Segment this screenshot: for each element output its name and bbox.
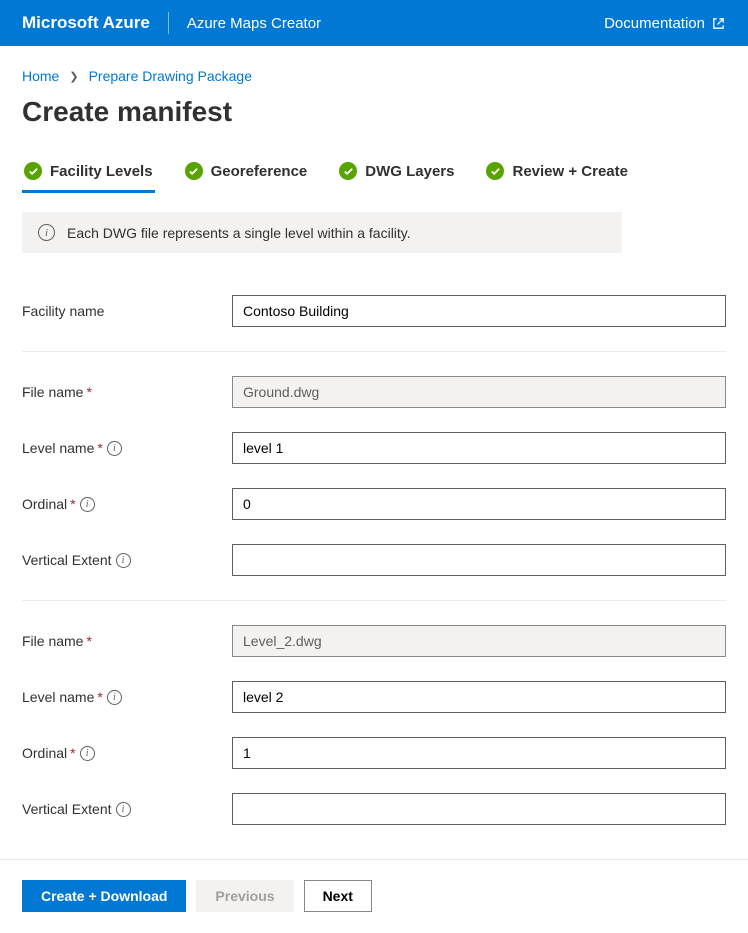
tab-label: Facility Levels [50, 163, 153, 180]
tab-review-create[interactable]: Review + Create [484, 156, 629, 193]
label-vertical-extent: Vertical Extenti [22, 801, 232, 817]
info-icon[interactable]: i [80, 497, 95, 512]
check-icon [486, 162, 504, 180]
footer-actions: Create + Download Previous Next [0, 859, 748, 932]
tab-facility-levels[interactable]: Facility Levels [22, 156, 155, 193]
product-name: Azure Maps Creator [187, 15, 604, 32]
check-icon [185, 162, 203, 180]
row-ordinal: Ordinal*i [22, 725, 726, 781]
tab-dwg-layers[interactable]: DWG Layers [337, 156, 456, 193]
label-vertical-extent: Vertical Extenti [22, 552, 232, 568]
label-ordinal: Ordinal*i [22, 496, 232, 512]
main-content: Home ❯ Prepare Drawing Package Create ma… [0, 46, 748, 837]
previous-button: Previous [196, 880, 293, 912]
row-vertical-extent: Vertical Extenti [22, 532, 726, 588]
row-facility-name: Facility name [22, 283, 726, 339]
check-icon [339, 162, 357, 180]
tab-label: DWG Layers [365, 163, 454, 180]
tabs: Facility Levels Georeference DWG Layers … [22, 156, 726, 194]
vertical-extent-input[interactable] [232, 544, 726, 576]
info-icon[interactable]: i [116, 802, 131, 817]
breadcrumb-home[interactable]: Home [22, 68, 59, 84]
row-ordinal: Ordinal*i [22, 476, 726, 532]
file-name-input [232, 376, 726, 408]
vertical-extent-input[interactable] [232, 793, 726, 825]
next-button[interactable]: Next [304, 880, 372, 912]
file-name-input [232, 625, 726, 657]
breadcrumb: Home ❯ Prepare Drawing Package [22, 68, 726, 84]
label-file-name: File name* [22, 633, 232, 649]
row-level-name: Level name*i [22, 420, 726, 476]
info-icon[interactable]: i [107, 441, 122, 456]
label-facility-name: Facility name [22, 303, 232, 319]
info-icon[interactable]: i [80, 746, 95, 761]
label-ordinal: Ordinal*i [22, 745, 232, 761]
label-level-name: Level name*i [22, 440, 232, 456]
tab-label: Review + Create [512, 163, 627, 180]
row-file-name: File name* [22, 364, 726, 420]
facility-name-input[interactable] [232, 295, 726, 327]
chevron-right-icon: ❯ [69, 70, 78, 83]
row-vertical-extent: Vertical Extenti [22, 781, 726, 837]
level-name-input[interactable] [232, 432, 726, 464]
create-download-button[interactable]: Create + Download [22, 880, 186, 912]
info-message: Each DWG file represents a single level … [67, 225, 411, 241]
ordinal-input[interactable] [232, 737, 726, 769]
level-name-input[interactable] [232, 681, 726, 713]
header-divider [168, 12, 169, 34]
documentation-link[interactable]: Documentation [604, 15, 726, 32]
info-icon[interactable]: i [107, 690, 122, 705]
documentation-label: Documentation [604, 15, 705, 32]
info-icon: i [38, 224, 55, 241]
label-level-name: Level name*i [22, 689, 232, 705]
section-divider [22, 351, 726, 352]
page-title: Create manifest [22, 96, 726, 128]
breadcrumb-prepare[interactable]: Prepare Drawing Package [89, 68, 252, 84]
external-link-icon [711, 16, 726, 31]
top-bar: Microsoft Azure Azure Maps Creator Docum… [0, 0, 748, 46]
ordinal-input[interactable] [232, 488, 726, 520]
row-file-name: File name* [22, 613, 726, 669]
section-divider [22, 600, 726, 601]
info-icon[interactable]: i [116, 553, 131, 568]
info-bar: i Each DWG file represents a single leve… [22, 212, 622, 253]
check-icon [24, 162, 42, 180]
row-level-name: Level name*i [22, 669, 726, 725]
brand-logo: Microsoft Azure [22, 13, 150, 33]
label-file-name: File name* [22, 384, 232, 400]
tab-label: Georeference [211, 163, 308, 180]
tab-georeference[interactable]: Georeference [183, 156, 310, 193]
